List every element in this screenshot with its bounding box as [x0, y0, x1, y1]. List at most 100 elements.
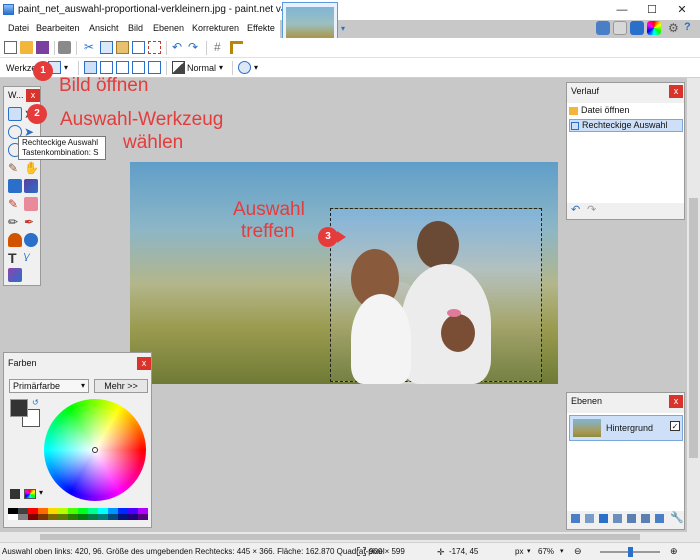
history-panel-close-button[interactable]: x	[669, 85, 683, 98]
vertical-scroll-thumb[interactable]	[689, 198, 698, 458]
color-wheel[interactable]	[44, 399, 146, 501]
layer-visibility-checkbox[interactable]: ✓	[670, 421, 680, 431]
status-cursor-position: -174, 45	[449, 547, 479, 556]
horizontal-scroll-thumb[interactable]	[40, 534, 640, 540]
undo-icon[interactable]: ↶	[172, 41, 185, 54]
zoom-out-icon[interactable]: ⊖	[574, 546, 582, 557]
history-redo-icon[interactable]: ↷	[587, 203, 596, 216]
paint-bucket-tool-icon[interactable]	[8, 179, 22, 193]
tab-dropdown-icon[interactable]: ▾	[341, 24, 345, 33]
crop-icon[interactable]	[132, 41, 145, 54]
more-button[interactable]: Mehr >>	[94, 379, 148, 393]
clone-stamp-tool-icon[interactable]	[8, 233, 22, 247]
menu-ansicht[interactable]: Ansicht	[89, 23, 119, 33]
annotation-make-selection-line1: Auswahl	[233, 199, 305, 220]
selection-mode-intersect-icon[interactable]	[132, 61, 145, 74]
recolor-tool-icon[interactable]	[24, 233, 38, 247]
unit-dropdown-icon[interactable]: ▾	[527, 547, 531, 555]
primary-color-swatch[interactable]	[10, 399, 28, 417]
menu-effekte[interactable]: Effekte	[247, 23, 275, 33]
move-layer-up-icon[interactable]	[627, 514, 636, 523]
deselect-icon[interactable]	[148, 41, 161, 54]
blend-mode-select[interactable]: Normal	[187, 63, 216, 73]
magic-wand-tool-icon[interactable]: ✎	[8, 161, 22, 175]
selection-mode-replace-icon[interactable]	[84, 61, 97, 74]
reset-colors-icon[interactable]	[10, 489, 20, 499]
menu-bearbeiten[interactable]: Bearbeiten	[36, 23, 80, 33]
history-toggle-icon[interactable]	[613, 21, 627, 35]
layer-row[interactable]: Hintergrund ✓	[569, 415, 683, 441]
status-zoom[interactable]: 67%	[538, 547, 554, 556]
menu-korrekturen[interactable]: Korrekturen	[192, 23, 239, 33]
colors-panel-close-button[interactable]: x	[137, 357, 151, 370]
menu-bild[interactable]: Bild	[128, 23, 143, 33]
selection-mode-xor-icon[interactable]	[148, 61, 161, 74]
history-item-rect-select[interactable]: Rechteckige Auswahl	[569, 119, 683, 132]
redo-icon[interactable]: ↷	[188, 41, 201, 54]
layers-panel-close-button[interactable]: x	[669, 395, 683, 408]
layer-properties-icon[interactable]	[655, 514, 664, 523]
grid-icon[interactable]: #	[214, 41, 227, 54]
menu-ebenen[interactable]: Ebenen	[153, 23, 184, 33]
color-picker-tool-icon[interactable]: ✒	[24, 215, 38, 229]
selection-mode-union-icon[interactable]	[100, 61, 113, 74]
tool-dropdown-icon[interactable]: ▾	[64, 63, 68, 72]
new-file-icon[interactable]	[4, 41, 17, 54]
history-undo-icon[interactable]: ↶	[571, 203, 580, 216]
colors-toggle-icon[interactable]	[647, 21, 661, 35]
zoom-dropdown-icon[interactable]: ▾	[560, 547, 564, 555]
tools-panel-close-button[interactable]: x	[26, 89, 40, 102]
delete-layer-icon[interactable]	[585, 514, 594, 523]
menu-bar: Datei Bearbeiten Ansicht Bild Ebenen Kor…	[0, 20, 280, 38]
print-icon[interactable]	[58, 41, 71, 54]
copy-icon[interactable]	[100, 41, 113, 54]
horizontal-scrollbar[interactable]	[0, 532, 700, 542]
close-button[interactable]: ✕	[670, 2, 694, 18]
menu-datei[interactable]: Datei	[8, 23, 29, 33]
open-folder-icon[interactable]	[20, 41, 33, 54]
settings-gear-icon[interactable]: ⚙	[668, 21, 679, 35]
zoom-in-icon[interactable]: ⊕	[670, 546, 678, 557]
selection-mode-exclude-icon[interactable]	[116, 61, 129, 74]
pencil-tool-icon[interactable]: ✏	[8, 215, 22, 229]
eraser-tool-icon[interactable]	[24, 197, 38, 211]
color-mode-select[interactable]: Primärfarbe ▾	[9, 379, 89, 393]
duplicate-layer-icon[interactable]	[599, 514, 608, 523]
paintbrush-tool-icon[interactable]: ✎	[8, 197, 22, 211]
rulers-icon[interactable]	[230, 41, 243, 54]
status-unit[interactable]: px	[515, 547, 523, 556]
add-layer-icon[interactable]	[571, 514, 580, 523]
layer-wrench-icon[interactable]: 🔧	[670, 511, 684, 524]
tools-toggle-icon[interactable]	[596, 21, 610, 35]
text-tool-icon[interactable]: T	[8, 251, 22, 265]
minimize-button[interactable]: —	[610, 2, 634, 18]
pan-tool-icon[interactable]: ✋	[24, 161, 39, 175]
layer-name: Hintergrund	[606, 423, 654, 433]
save-icon[interactable]	[36, 41, 49, 54]
paste-icon[interactable]	[116, 41, 129, 54]
help-icon[interactable]: ?	[684, 21, 691, 33]
antialias-icon[interactable]	[238, 61, 251, 74]
tooltip-shortcut: Tastenkombination: S	[22, 148, 99, 157]
rectangle-select-tool-icon[interactable]	[8, 107, 22, 121]
selection-rectangle[interactable]	[330, 208, 542, 384]
color-palette[interactable]	[8, 508, 150, 520]
antialias-dropdown-icon[interactable]: ▾	[254, 63, 258, 72]
palette-icon[interactable]	[24, 489, 36, 499]
layers-toggle-icon[interactable]	[630, 21, 644, 35]
merge-layer-icon[interactable]	[613, 514, 622, 523]
blend-mode-dropdown-icon[interactable]: ▾	[219, 63, 223, 72]
move-layer-down-icon[interactable]	[641, 514, 650, 523]
shapes-tool-icon[interactable]	[8, 268, 22, 282]
color-wheel-cursor[interactable]	[92, 447, 98, 453]
history-item-open[interactable]: Datei öffnen	[569, 105, 683, 118]
swap-colors-icon[interactable]: ↺	[32, 398, 39, 407]
vertical-scrollbar[interactable]	[687, 78, 700, 532]
maximize-button[interactable]: ☐	[640, 2, 664, 18]
zoom-slider-thumb[interactable]	[628, 547, 633, 557]
rectangle-select-icon	[571, 122, 579, 130]
gradient-tool-icon[interactable]	[24, 179, 38, 193]
cut-icon[interactable]: ✂	[84, 41, 97, 54]
line-curve-tool-icon[interactable]: \⁄	[24, 251, 38, 265]
palette-dropdown-icon[interactable]: ▾	[39, 488, 43, 497]
